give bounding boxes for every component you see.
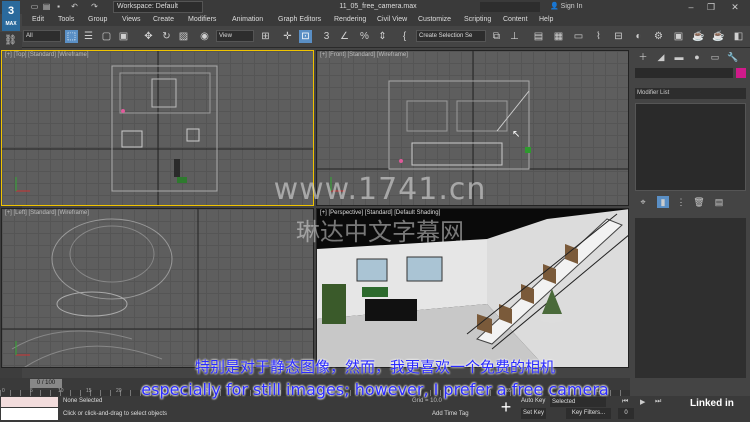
go-to-start-icon[interactable]: ⏮ bbox=[622, 398, 628, 406]
subtitle-chinese: 特别是对于静态图像，然而，我更喜欢一个免费的相机 bbox=[194, 358, 555, 376]
menu-group[interactable]: Group bbox=[88, 14, 107, 26]
named-selection-icon[interactable]: { bbox=[398, 30, 411, 43]
play-icon[interactable]: ▶ bbox=[640, 398, 645, 406]
menu-create[interactable]: Create bbox=[153, 14, 174, 26]
menu-views[interactable]: Views bbox=[122, 14, 141, 26]
material-editor-icon[interactable]: ◐ bbox=[632, 30, 645, 43]
scale-icon[interactable]: ▨ bbox=[177, 30, 190, 43]
hierarchy-tab-icon[interactable]: ▬ bbox=[673, 51, 685, 63]
select-object-icon[interactable]: ⬚ bbox=[65, 30, 78, 43]
new-file-icon[interactable]: ▭ bbox=[30, 2, 39, 11]
modifier-list-dropdown[interactable]: Modifier List bbox=[635, 88, 746, 99]
motion-tab-icon[interactable]: ● bbox=[691, 51, 703, 63]
menu-customize[interactable]: Customize bbox=[418, 14, 451, 26]
sign-in-button[interactable]: 👤 Sign In bbox=[550, 2, 582, 12]
go-to-end-icon[interactable]: ⏭ bbox=[655, 398, 661, 406]
status-bar bbox=[0, 396, 750, 422]
subtitle-english: especially for still images; however, I … bbox=[141, 380, 609, 399]
document-title: 11_05_free_camera.max bbox=[339, 3, 417, 10]
object-color-swatch[interactable] bbox=[736, 68, 746, 78]
select-manipulate-icon[interactable]: ✛ bbox=[281, 30, 294, 43]
remove-modifier-icon[interactable]: 🗑 bbox=[693, 196, 705, 208]
search-input[interactable] bbox=[480, 2, 540, 12]
display-tab-icon[interactable]: ▭ bbox=[709, 51, 721, 63]
modify-tab-icon[interactable]: ◢ bbox=[655, 51, 667, 63]
select-by-name-icon[interactable]: ☰ bbox=[82, 30, 95, 43]
align-icon[interactable]: ⊥ bbox=[508, 30, 521, 43]
linkedin-logo: Linked in bbox=[690, 398, 734, 409]
render-setup-icon[interactable]: ⚙ bbox=[652, 30, 665, 43]
minimize-icon[interactable]: – bbox=[682, 1, 700, 13]
render-iterative-icon[interactable]: ☕ bbox=[712, 30, 725, 43]
undo-icon[interactable]: ↶ bbox=[70, 2, 79, 11]
percent-snap-icon[interactable]: % bbox=[358, 30, 371, 43]
prompt-line: Click or click-and-drag to select object… bbox=[63, 411, 168, 417]
mirror-icon[interactable]: ⧉ bbox=[490, 30, 503, 43]
modifier-stack[interactable] bbox=[635, 103, 746, 191]
render-active-shade-icon[interactable]: ◧ bbox=[732, 30, 745, 43]
window-crossing-icon[interactable]: ▣ bbox=[117, 30, 130, 43]
command-panel: ＋ ◢ ▬ ● ▭ 🔧 Modifier List ⌖ ▮ ⋮ 🗑 ▤ bbox=[631, 48, 750, 380]
menu-bar: Edit Tools Group Views Create Modifiers … bbox=[22, 14, 750, 26]
create-tab-icon[interactable]: ＋ bbox=[637, 51, 649, 63]
workspace-dropdown[interactable]: Workspace: Default bbox=[113, 1, 203, 13]
keyboard-shortcut-override-icon[interactable]: ⊡ bbox=[299, 30, 312, 43]
rotate-icon[interactable]: ↻ bbox=[160, 30, 173, 43]
select-place-icon[interactable]: ◉ bbox=[198, 30, 211, 43]
spinner-snap-icon[interactable]: ⇕ bbox=[376, 30, 389, 43]
move-icon[interactable]: ✥ bbox=[142, 30, 155, 43]
main-toolbar: All ⬚ ☰ ▢ ▣ ✥ ↻ ▨ ◉ View ⊞ ✛ ⊡ 3 ∠ % ⇕ {… bbox=[22, 26, 750, 48]
object-name-field[interactable] bbox=[635, 68, 733, 78]
menu-graph-editors[interactable]: Graph Editors bbox=[278, 14, 321, 26]
rendered-frame-window-icon[interactable]: ▣ bbox=[672, 30, 685, 43]
current-frame-field[interactable]: 0 bbox=[618, 408, 634, 419]
pin-stack-icon[interactable]: ⌖ bbox=[637, 196, 649, 208]
menu-modifiers[interactable]: Modifiers bbox=[188, 14, 216, 26]
save-icon[interactable]: ▪ bbox=[54, 2, 63, 11]
menu-animation[interactable]: Animation bbox=[232, 14, 263, 26]
layer-explorer-icon[interactable]: ▦ bbox=[552, 30, 565, 43]
schematic-view-icon[interactable]: ⊟ bbox=[612, 30, 625, 43]
menu-civil-view[interactable]: Civil View bbox=[377, 14, 407, 26]
named-selection-sets-dropdown[interactable]: Create Selection Se bbox=[416, 30, 486, 42]
menu-content[interactable]: Content bbox=[503, 14, 528, 26]
link-icon[interactable]: ⛓ bbox=[4, 34, 17, 47]
set-key-button[interactable]: Set Key bbox=[521, 408, 546, 419]
command-panel-rollout bbox=[635, 218, 746, 378]
open-file-icon[interactable]: ▤ bbox=[42, 2, 51, 11]
show-end-result-icon[interactable]: ▮ bbox=[657, 196, 669, 208]
ribbon-icon[interactable]: ▭ bbox=[572, 30, 585, 43]
utilities-tab-icon[interactable]: 🔧 bbox=[727, 51, 739, 63]
reference-coordinate-dropdown[interactable]: View bbox=[216, 30, 254, 42]
make-unique-icon[interactable]: ⋮ bbox=[675, 196, 687, 208]
selection-filter-dropdown[interactable]: All bbox=[23, 30, 61, 42]
pivot-center-icon[interactable]: ⊞ bbox=[259, 30, 272, 43]
close-icon[interactable]: ✕ bbox=[726, 1, 744, 13]
app-logo[interactable]: 3 MAX bbox=[2, 1, 20, 31]
snaps-toggle-icon[interactable]: 3 bbox=[320, 30, 333, 43]
set-key-big-icon[interactable]: + bbox=[497, 398, 515, 416]
render-production-icon[interactable]: ☕ bbox=[692, 30, 705, 43]
add-time-tag-button[interactable]: Add Time Tag bbox=[432, 411, 469, 417]
maximize-icon[interactable]: ❐ bbox=[702, 1, 720, 13]
redo-icon[interactable]: ↷ bbox=[90, 2, 99, 11]
curve-editor-icon[interactable]: ⌇ bbox=[592, 30, 605, 43]
scene-explorer-icon[interactable]: ▤ bbox=[532, 30, 545, 43]
mouse-cursor-icon: ↖ bbox=[512, 129, 521, 140]
watermark-site-name: 琳达中文字幕网 bbox=[296, 218, 464, 246]
watermark-url: www.1741.cn bbox=[273, 172, 487, 207]
angle-snap-icon[interactable]: ∠ bbox=[338, 30, 351, 43]
key-filters-button[interactable]: Key Filters... bbox=[566, 408, 611, 419]
menu-help[interactable]: Help bbox=[539, 14, 553, 26]
selection-region-icon[interactable]: ▢ bbox=[100, 30, 113, 43]
menu-scripting[interactable]: Scripting bbox=[464, 14, 491, 26]
menu-tools[interactable]: Tools bbox=[58, 14, 74, 26]
maxscript-listener-input[interactable] bbox=[1, 408, 58, 420]
configure-sets-icon[interactable]: ▤ bbox=[713, 196, 725, 208]
menu-rendering[interactable]: Rendering bbox=[334, 14, 366, 26]
menu-edit[interactable]: Edit bbox=[32, 14, 44, 26]
